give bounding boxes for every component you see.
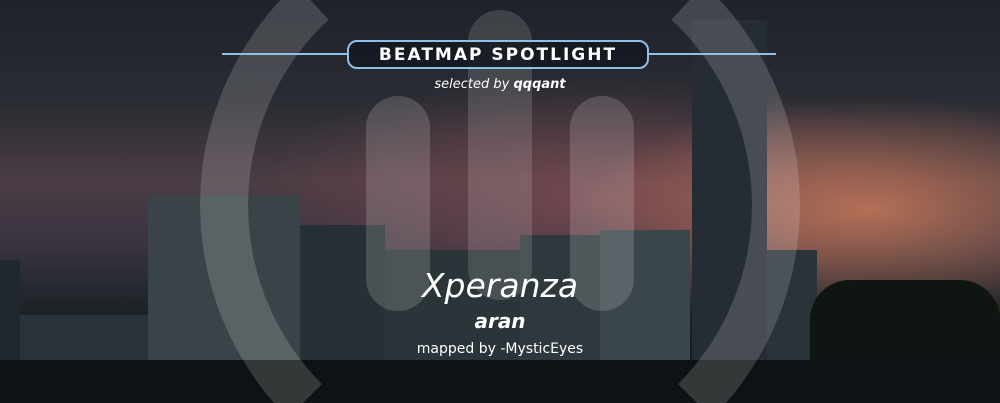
selected-by-prefix: selected by [434, 77, 510, 92]
spotlight-badge: BEATMAP SPOTLIGHT [347, 40, 649, 69]
divider-right [648, 53, 776, 55]
beatmap-artist: aran [474, 309, 526, 333]
selector-username: qqqant [513, 77, 566, 92]
selected-by-line: selected by qqqant [0, 77, 1000, 92]
spotlight-heading: BEATMAP SPOTLIGHT [378, 44, 618, 65]
divider-left [222, 53, 348, 55]
beatmap-title: Xperanza [421, 266, 579, 305]
beatmap-mapper: mapped by -MysticEyes [416, 341, 584, 357]
